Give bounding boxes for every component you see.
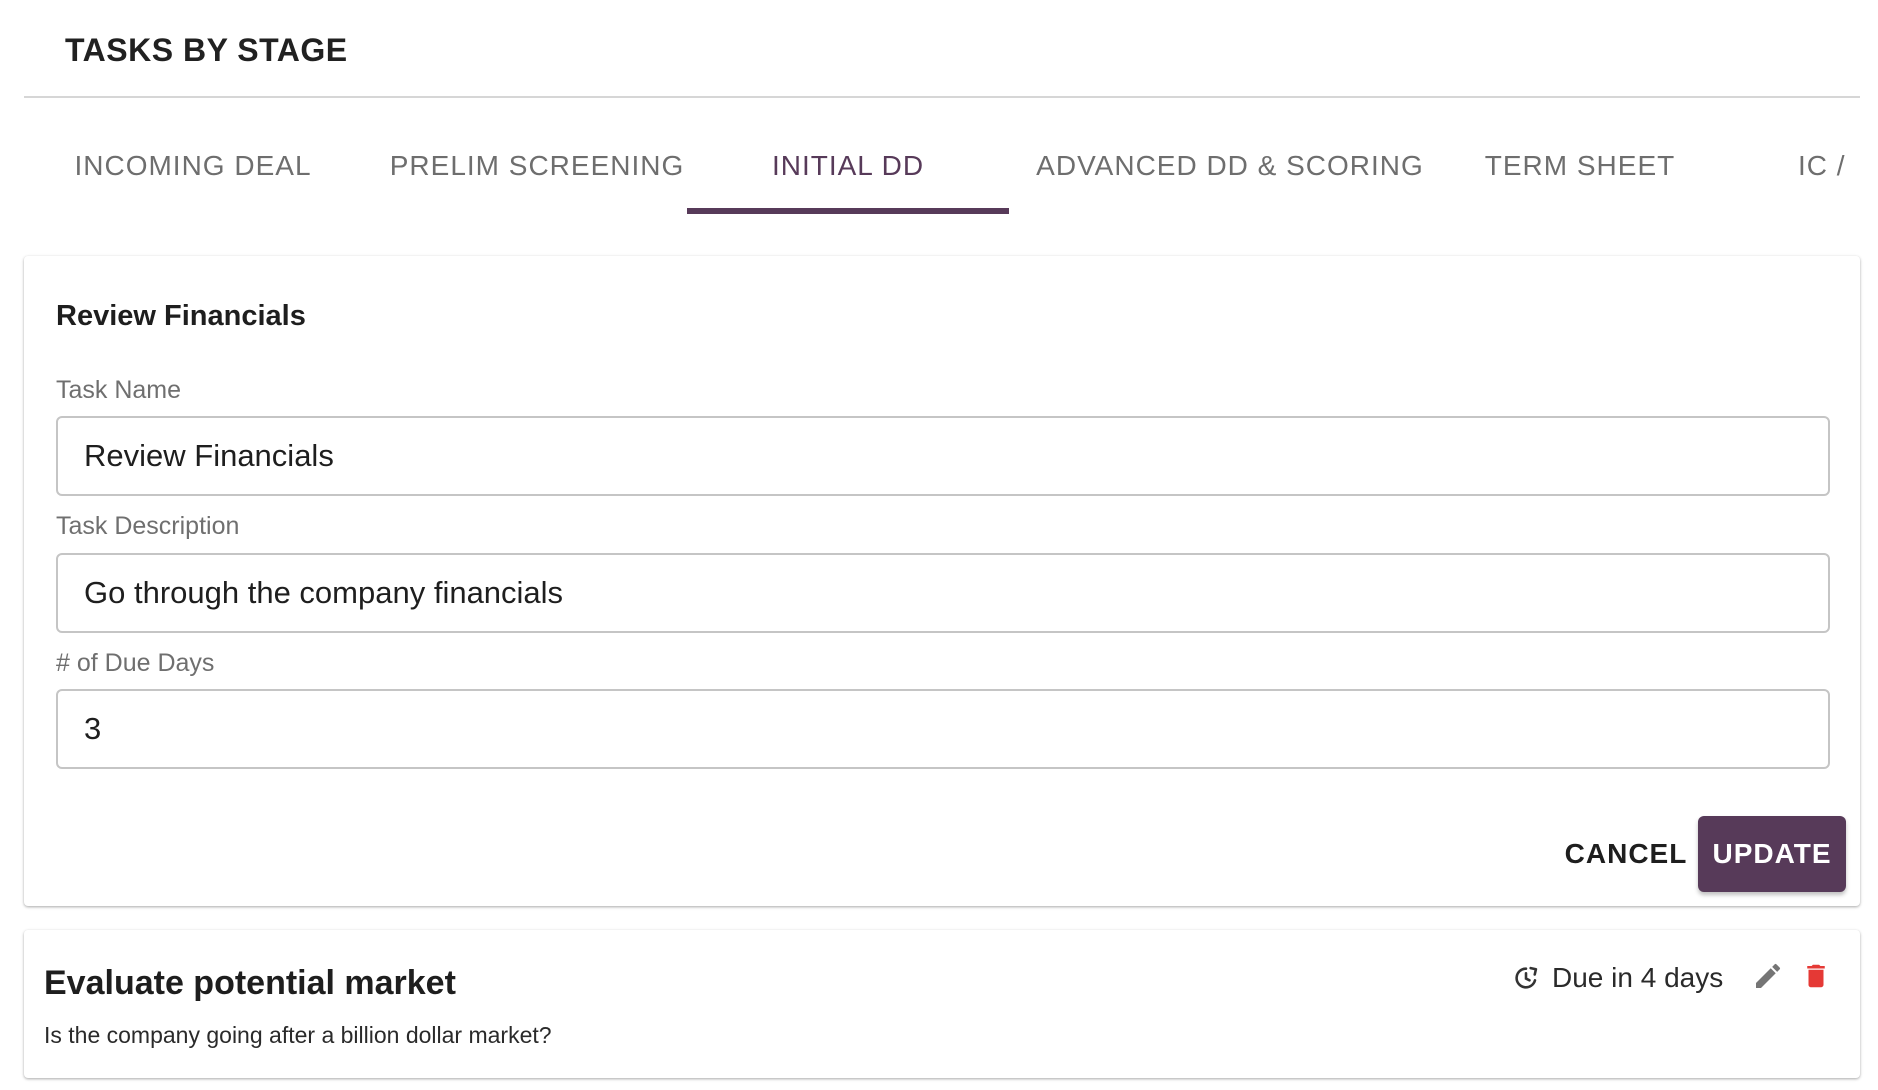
tab-label: TERM SHEET	[1484, 150, 1676, 181]
tab-label: INITIAL DD	[771, 150, 925, 181]
tab-incoming-deal[interactable]: INCOMING DEAL	[68, 98, 318, 216]
tab-label: ADVANCED DD & SCORING	[1036, 150, 1424, 181]
update-button[interactable]: UPDATE	[1698, 816, 1846, 892]
task-item-description: Is the company going after a billion dol…	[44, 1022, 552, 1048]
due-days-input[interactable]	[56, 689, 1830, 769]
due-days-label: # of Due Days	[56, 649, 215, 677]
edit-task-button[interactable]	[1746, 954, 1790, 998]
tab-initial-dd[interactable]: INITIAL DD	[687, 98, 1009, 216]
tab-advanced-dd-scoring[interactable]: ADVANCED DD & SCORING	[1027, 98, 1433, 216]
cancel-button[interactable]: CANCEL	[1551, 816, 1701, 892]
task-name-input[interactable]	[56, 416, 1830, 496]
page-title: TASKS BY STAGE	[65, 32, 348, 68]
trash-icon	[1807, 964, 1825, 988]
delete-task-button[interactable]	[1794, 954, 1838, 998]
stage-tabs: INCOMING DEAL PRELIM SCREENING INITIAL D…	[24, 98, 1860, 216]
tab-ic[interactable]: IC /	[1798, 98, 1860, 216]
due-indicator: Due in 4 days	[1512, 958, 1723, 998]
due-text: Due in 4 days	[1552, 962, 1724, 993]
tab-label: PRELIM SCREENING	[389, 150, 685, 181]
task-name-label: Task Name	[56, 376, 182, 404]
pencil-icon	[1756, 963, 1781, 988]
task-item-card[interactable]: Evaluate potential market Is the company…	[24, 930, 1860, 1078]
task-item-title: Evaluate potential market	[44, 964, 456, 1002]
tab-term-sheet[interactable]: TERM SHEET	[1460, 98, 1700, 216]
edit-task-card: Review Financials Task Name Task Descrip…	[24, 256, 1860, 906]
tab-label: INCOMING DEAL	[74, 150, 312, 181]
page: TASKS BY STAGE INCOMING DEAL PRELIM SCRE…	[0, 0, 1878, 1090]
task-description-input[interactable]	[56, 553, 1830, 633]
edit-task-title: Review Financials	[56, 300, 306, 332]
tab-prelim-screening[interactable]: PRELIM SCREENING	[370, 98, 704, 216]
section-header: TASKS BY STAGE	[24, 0, 1860, 98]
task-description-label: Task Description	[56, 512, 240, 540]
tab-label: IC /	[1798, 150, 1846, 181]
schedule-refresh-icon	[1515, 966, 1538, 989]
